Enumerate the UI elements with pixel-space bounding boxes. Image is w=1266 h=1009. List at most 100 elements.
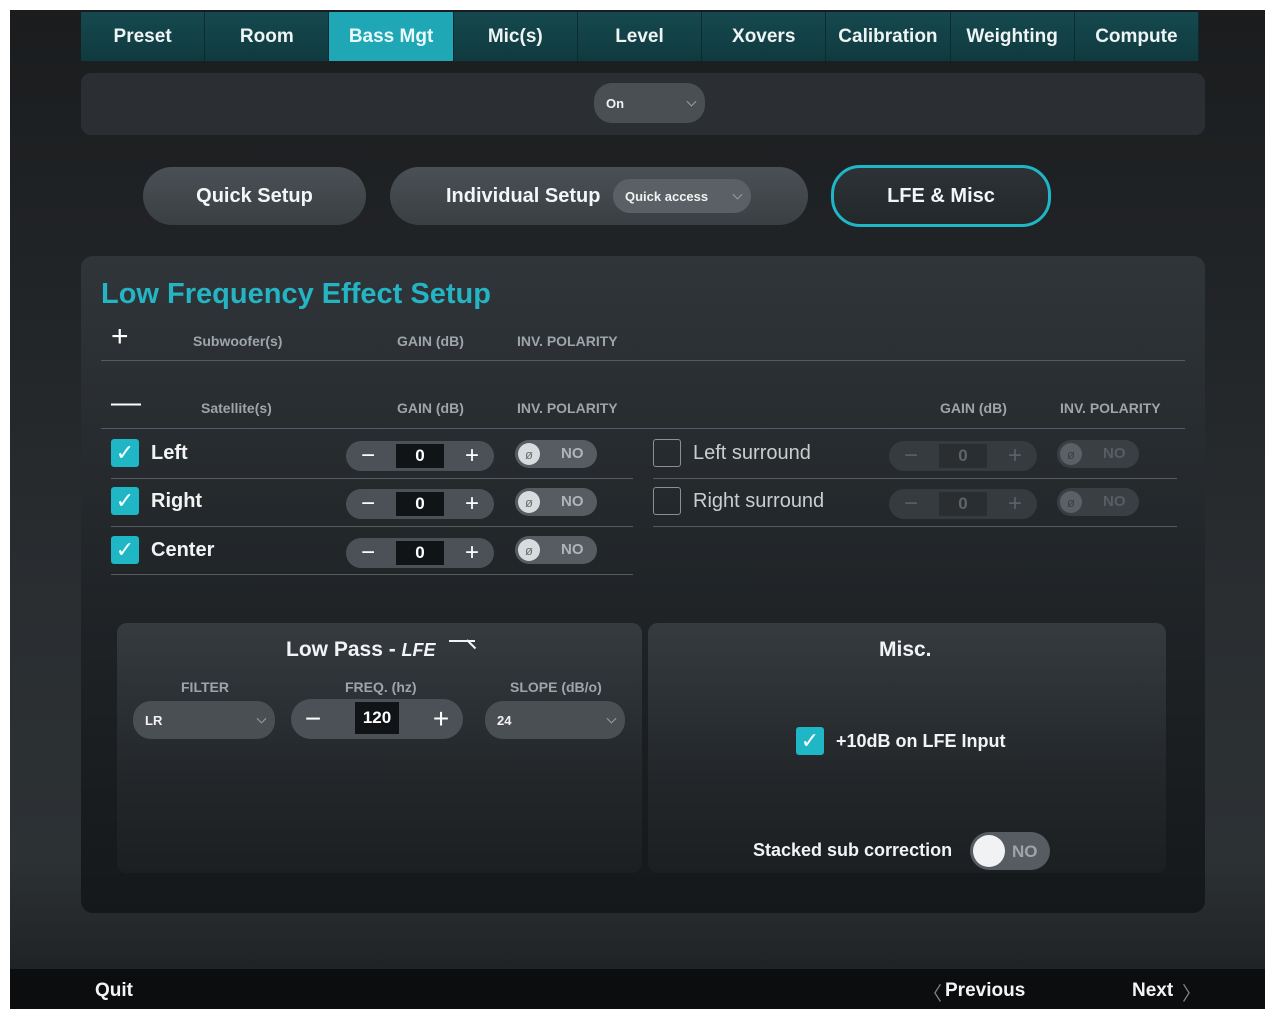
divider (101, 428, 1185, 429)
tab-room[interactable]: Room (205, 12, 330, 61)
filter-label: FILTER (181, 679, 229, 695)
quick-access-value: Quick access (625, 188, 709, 204)
lfe-setup-panel: Low Frequency Effect Setup + Subwoofer(s… (81, 256, 1205, 913)
sat-polarity-header: INV. POLARITY (517, 400, 618, 416)
stacked-sub-label: Stacked sub correction (753, 840, 953, 860)
freq-value[interactable]: 120 (355, 702, 399, 734)
increment-button[interactable]: + (452, 489, 492, 519)
low-pass-title: Low Pass - LFE (286, 638, 477, 662)
gain-value[interactable]: 0 (396, 444, 444, 468)
quick-access-select[interactable]: Quick access (613, 179, 751, 213)
increment-button[interactable]: + (452, 538, 492, 568)
decrement-button[interactable]: − (891, 441, 931, 471)
bass-mode-value: On (606, 95, 625, 111)
misc-panel: Misc. ✓ +10dB on LFE Input Stacked sub c… (648, 623, 1166, 873)
slope-select[interactable]: 24 (485, 701, 625, 739)
satellite-header: Satellite(s) (201, 400, 272, 416)
checkbox-center[interactable]: ✓ (111, 536, 139, 564)
main-tabs: Preset Room Bass Mgt Mic(s) Level Xovers… (81, 12, 1199, 61)
divider (101, 360, 1185, 361)
polarity-icon: ø (1060, 443, 1082, 465)
decrement-button[interactable]: − (348, 489, 388, 519)
checkbox-left[interactable]: ✓ (111, 439, 139, 467)
polarity-toggle-right-surround[interactable]: ø NO (1057, 488, 1139, 516)
tab-weighting[interactable]: Weighting (950, 12, 1075, 61)
gain-value[interactable]: 0 (939, 444, 987, 468)
checkbox-lfe-input[interactable]: ✓ (796, 727, 824, 755)
filter-value: LR (145, 712, 163, 728)
collapse-satellites-icon[interactable]: — (111, 388, 141, 418)
polarity-icon: ø (1060, 491, 1082, 513)
divider (111, 574, 633, 575)
individual-setup-button[interactable]: Individual Setup Quick access (390, 167, 808, 225)
tab-mics[interactable]: Mic(s) (453, 12, 578, 61)
toggle-label: NO (561, 445, 584, 462)
increment-button[interactable]: + (995, 441, 1035, 471)
individual-setup-label: Individual Setup (446, 184, 601, 207)
previous-button[interactable]: Previous (945, 980, 1025, 1002)
tab-bass-mgt[interactable]: Bass Mgt (329, 12, 454, 61)
polarity-toggle-left[interactable]: ø NO (515, 440, 597, 468)
polarity-toggle-left-surround[interactable]: ø NO (1057, 440, 1139, 468)
gain-stepper-left[interactable]: − 0 + (346, 441, 494, 471)
gain-stepper-right-surround[interactable]: − 0 + (889, 489, 1037, 519)
toggle-label: NO (1103, 445, 1126, 462)
low-pass-title-lfe: LFE (401, 640, 436, 660)
polarity-toggle-right[interactable]: ø NO (515, 488, 597, 516)
gain-value[interactable]: 0 (396, 541, 444, 565)
freq-label: FREQ. (hz) (345, 679, 417, 695)
next-button[interactable]: Next (1132, 980, 1173, 1002)
filter-select[interactable]: LR (133, 701, 275, 739)
channel-label: Left (151, 442, 188, 464)
gain-value[interactable]: 0 (939, 492, 987, 516)
sub-gain-header: GAIN (dB) (397, 333, 464, 349)
decrement-button[interactable]: − (348, 441, 388, 471)
toggle-label: NO (1103, 493, 1126, 510)
divider (653, 478, 1177, 479)
bass-mode-bar: On (81, 73, 1205, 135)
toggle-label: NO (561, 493, 584, 510)
slope-label: SLOPE (dB/o) (510, 679, 602, 695)
gain-stepper-center[interactable]: − 0 + (346, 538, 494, 568)
chevron-down-icon (256, 713, 267, 724)
panel-title: Low Frequency Effect Setup (101, 278, 491, 310)
bass-mode-select[interactable]: On (594, 83, 705, 123)
expand-subwoofers-icon[interactable]: + (111, 322, 129, 352)
lfe-misc-button[interactable]: LFE & Misc (831, 165, 1051, 227)
stacked-sub-toggle[interactable]: NO (970, 832, 1050, 870)
gain-stepper-right[interactable]: − 0 + (346, 489, 494, 519)
increment-button[interactable]: + (452, 441, 492, 471)
divider (111, 526, 633, 527)
polarity-icon: ø (518, 491, 540, 513)
subwoofer-header: Subwoofer(s) (193, 333, 283, 349)
polarity-toggle-center[interactable]: ø NO (515, 536, 597, 564)
increment-button[interactable]: + (995, 489, 1035, 519)
tab-xovers[interactable]: Xovers (702, 12, 827, 61)
decrement-button[interactable]: − (891, 489, 931, 519)
gain-value[interactable]: 0 (396, 492, 444, 516)
checkbox-right[interactable]: ✓ (111, 487, 139, 515)
chevron-down-icon (686, 96, 697, 107)
divider (653, 526, 1177, 527)
checkbox-right-surround[interactable] (653, 487, 681, 515)
quit-button[interactable]: Quit (95, 980, 133, 1002)
chevron-left-icon: 〈 (923, 984, 943, 1005)
tab-level[interactable]: Level (577, 12, 703, 61)
polarity-icon: ø (518, 443, 540, 465)
decrement-button[interactable]: − (293, 699, 333, 739)
tab-compute[interactable]: Compute (1074, 12, 1199, 61)
toggle-label: NO (561, 541, 584, 558)
checkbox-left-surround[interactable] (653, 439, 681, 467)
gain-stepper-left-surround[interactable]: − 0 + (889, 441, 1037, 471)
freq-stepper[interactable]: − 120 + (291, 699, 463, 739)
tab-calibration[interactable]: Calibration (826, 12, 951, 61)
quick-setup-button[interactable]: Quick Setup (143, 167, 366, 225)
tab-preset[interactable]: Preset (81, 12, 206, 61)
increment-button[interactable]: + (421, 699, 461, 739)
chevron-down-icon (606, 713, 617, 724)
sub-polarity-header: INV. POLARITY (517, 333, 618, 349)
divider (111, 478, 633, 479)
lfe-misc-label: LFE & Misc (887, 184, 995, 207)
decrement-button[interactable]: − (348, 538, 388, 568)
low-pass-panel: Low Pass - LFE FILTER FREQ. (hz) SLOPE (… (117, 623, 642, 873)
